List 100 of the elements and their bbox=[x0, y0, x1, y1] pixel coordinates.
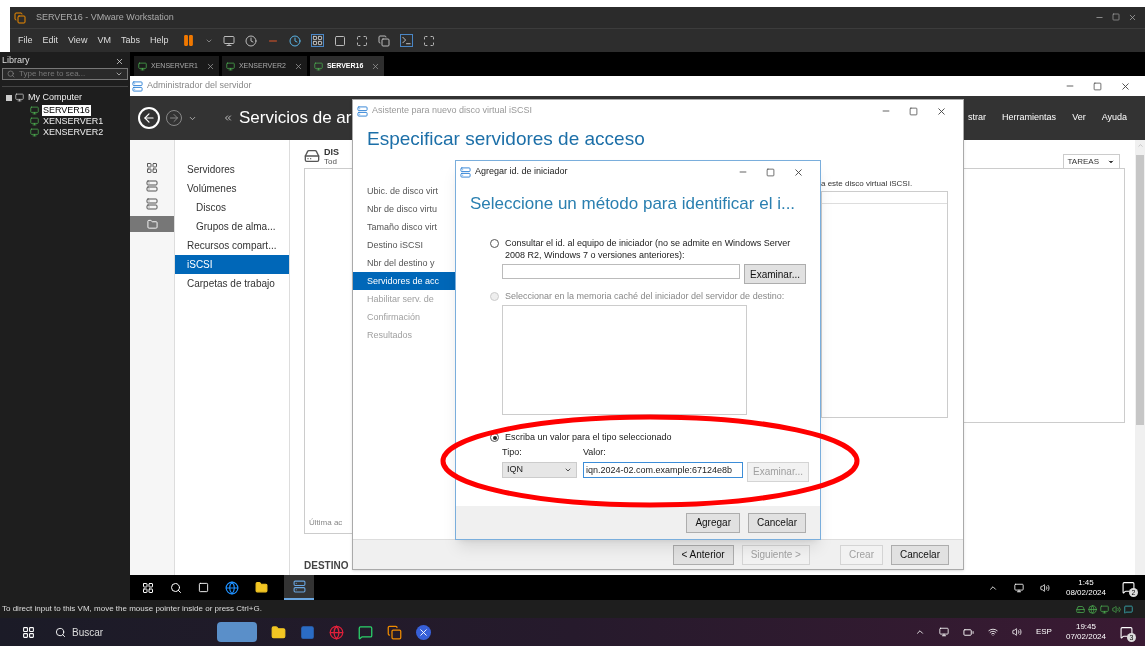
close-icon[interactable] bbox=[115, 56, 124, 66]
value-field[interactable]: iqn.2024-02.com.example:67124e8b bbox=[583, 461, 743, 478]
folder-icon[interactable] bbox=[271, 624, 286, 640]
nav-item[interactable]: Recursos compart... bbox=[175, 236, 289, 255]
library-view-icon[interactable] bbox=[311, 34, 325, 47]
menu-item[interactable]: Help bbox=[149, 33, 169, 48]
dialog-title: Agregar id. de iniciador bbox=[475, 165, 569, 179]
menu-item[interactable]: Tabs bbox=[120, 33, 140, 48]
server-manager-icon bbox=[292, 580, 306, 593]
wizard-button[interactable]: < Anterior bbox=[672, 544, 734, 565]
start-icon[interactable] bbox=[142, 581, 154, 594]
vm-icon bbox=[138, 61, 147, 71]
close-icon[interactable] bbox=[936, 105, 947, 117]
wizard-step[interactable]: Servidores de acc bbox=[353, 272, 456, 290]
wifi-icon[interactable] bbox=[987, 627, 998, 637]
nav-item[interactable]: Carpetas de trabajo bbox=[175, 274, 289, 293]
volume-icon[interactable] bbox=[1039, 582, 1050, 593]
clock-date: 07/02/2024 bbox=[1065, 632, 1106, 642]
back-icon[interactable] bbox=[138, 107, 160, 129]
dialog-heading: Seleccione un método para identificar el i... bbox=[470, 193, 796, 215]
close-icon[interactable] bbox=[293, 61, 303, 71]
menu-item[interactable]: Herramientas bbox=[1002, 111, 1057, 125]
dialog-button[interactable]: Cancelar bbox=[747, 512, 806, 533]
vm-icon bbox=[313, 61, 323, 71]
dashboard-icon[interactable] bbox=[146, 162, 158, 174]
browse-button[interactable]: Examinar... bbox=[743, 264, 806, 284]
library-title: Library bbox=[2, 54, 30, 68]
wizard-step[interactable]: Tamaño disco virt bbox=[353, 218, 456, 236]
scrollbar[interactable] bbox=[1135, 140, 1145, 575]
volume-icon[interactable] bbox=[1011, 627, 1022, 637]
nav-item[interactable]: Discos bbox=[175, 198, 289, 217]
wizard-step[interactable]: Nbr del destino y bbox=[353, 254, 456, 272]
breadcrumb-icon bbox=[223, 113, 233, 123]
close-icon[interactable] bbox=[371, 61, 381, 71]
menu-item[interactable]: strar bbox=[968, 111, 987, 125]
search-icon bbox=[7, 70, 15, 78]
nav-item[interactable]: Volúmenes bbox=[175, 179, 289, 198]
wizard-note: a este disco virtual iSCSI. bbox=[821, 178, 914, 190]
search-icon[interactable] bbox=[170, 581, 182, 594]
panel-subheading: Tod bbox=[324, 157, 338, 166]
menu-item[interactable]: Edit bbox=[42, 33, 59, 48]
task-view-icon[interactable] bbox=[198, 582, 209, 593]
maximize-icon[interactable] bbox=[1093, 81, 1102, 91]
vm-icon bbox=[225, 61, 235, 71]
panel-heading: DIS bbox=[324, 148, 339, 157]
language-indicator[interactable]: ESP bbox=[1035, 626, 1052, 638]
tree-item[interactable]: SERVER16 bbox=[42, 104, 91, 116]
last-updated-text: Última ac bbox=[309, 517, 343, 529]
close-icon[interactable] bbox=[1128, 13, 1137, 22]
nav-item[interactable]: Servidores bbox=[175, 160, 289, 179]
close-icon[interactable] bbox=[1120, 80, 1131, 92]
close-icon[interactable] bbox=[793, 166, 804, 178]
clock-date: 08/02/2024 bbox=[1065, 587, 1106, 598]
menu-item[interactable]: Ayuda bbox=[1101, 111, 1127, 125]
tree-item[interactable]: My Computer bbox=[27, 91, 83, 105]
maximize-icon[interactable] bbox=[909, 106, 918, 116]
tree-item[interactable]: XENSERVER1 bbox=[42, 115, 105, 127]
pause-icon[interactable] bbox=[182, 34, 196, 47]
maximize-icon[interactable] bbox=[1112, 13, 1120, 21]
value-label: Valor: bbox=[583, 446, 607, 459]
computer-icon bbox=[15, 93, 24, 103]
caret-icon[interactable] bbox=[115, 70, 123, 78]
tree-item[interactable]: XENSERVER2 bbox=[42, 126, 105, 138]
clock-time: 19:45 bbox=[1075, 622, 1096, 632]
initiator-field[interactable] bbox=[502, 264, 740, 279]
menu-item[interactable]: View bbox=[68, 33, 88, 48]
app-icon[interactable] bbox=[416, 624, 431, 640]
console-icon[interactable] bbox=[400, 34, 414, 47]
nav-item[interactable]: iSCSI bbox=[175, 255, 289, 274]
host-search-field[interactable]: Buscar bbox=[49, 621, 199, 643]
vm-icon bbox=[30, 127, 39, 137]
maximize-icon[interactable] bbox=[766, 167, 775, 177]
server-icon[interactable] bbox=[146, 180, 158, 192]
menu-item[interactable]: File bbox=[18, 33, 33, 48]
collapse-toggle[interactable] bbox=[6, 94, 12, 101]
dialog-button[interactable]: Agregar bbox=[686, 512, 740, 533]
type-dropdown[interactable]: IQN bbox=[502, 461, 577, 478]
option-label: Seleccionar en la memoria caché del iniciador del servidor de destino: bbox=[505, 290, 785, 302]
server-manager-icon bbox=[132, 80, 143, 92]
server-manager-taskbar-button[interactable] bbox=[284, 575, 314, 600]
window-title: Administrador del servidor bbox=[147, 79, 253, 93]
type-label: Tipo: bbox=[502, 446, 523, 459]
battery-icon[interactable] bbox=[962, 626, 974, 638]
radio-button[interactable] bbox=[490, 433, 499, 442]
close-icon[interactable] bbox=[205, 61, 215, 71]
wizard-step[interactable]: Destino iSCSI bbox=[353, 236, 456, 254]
message-icon[interactable] bbox=[1124, 604, 1133, 614]
wizard-step[interactable]: Nbr de disco virtu bbox=[353, 200, 456, 218]
browser-icon[interactable] bbox=[225, 580, 239, 595]
wizard-button[interactable]: Cancelar bbox=[890, 544, 949, 565]
folder-icon[interactable] bbox=[255, 581, 268, 594]
wizard-step[interactable]: Ubic. de disco virt bbox=[353, 182, 456, 200]
start-icon[interactable] bbox=[22, 625, 35, 639]
radio-button[interactable] bbox=[490, 239, 499, 248]
menu-item[interactable]: Ver bbox=[1072, 111, 1086, 125]
servers-icon[interactable] bbox=[146, 198, 158, 210]
menu-item[interactable]: VM bbox=[97, 33, 111, 48]
option-label: Escriba un valor para el tipo seleccionado bbox=[505, 431, 672, 443]
server-manager-icon bbox=[460, 166, 471, 178]
nav-item[interactable]: Grupos de alma... bbox=[175, 217, 289, 236]
